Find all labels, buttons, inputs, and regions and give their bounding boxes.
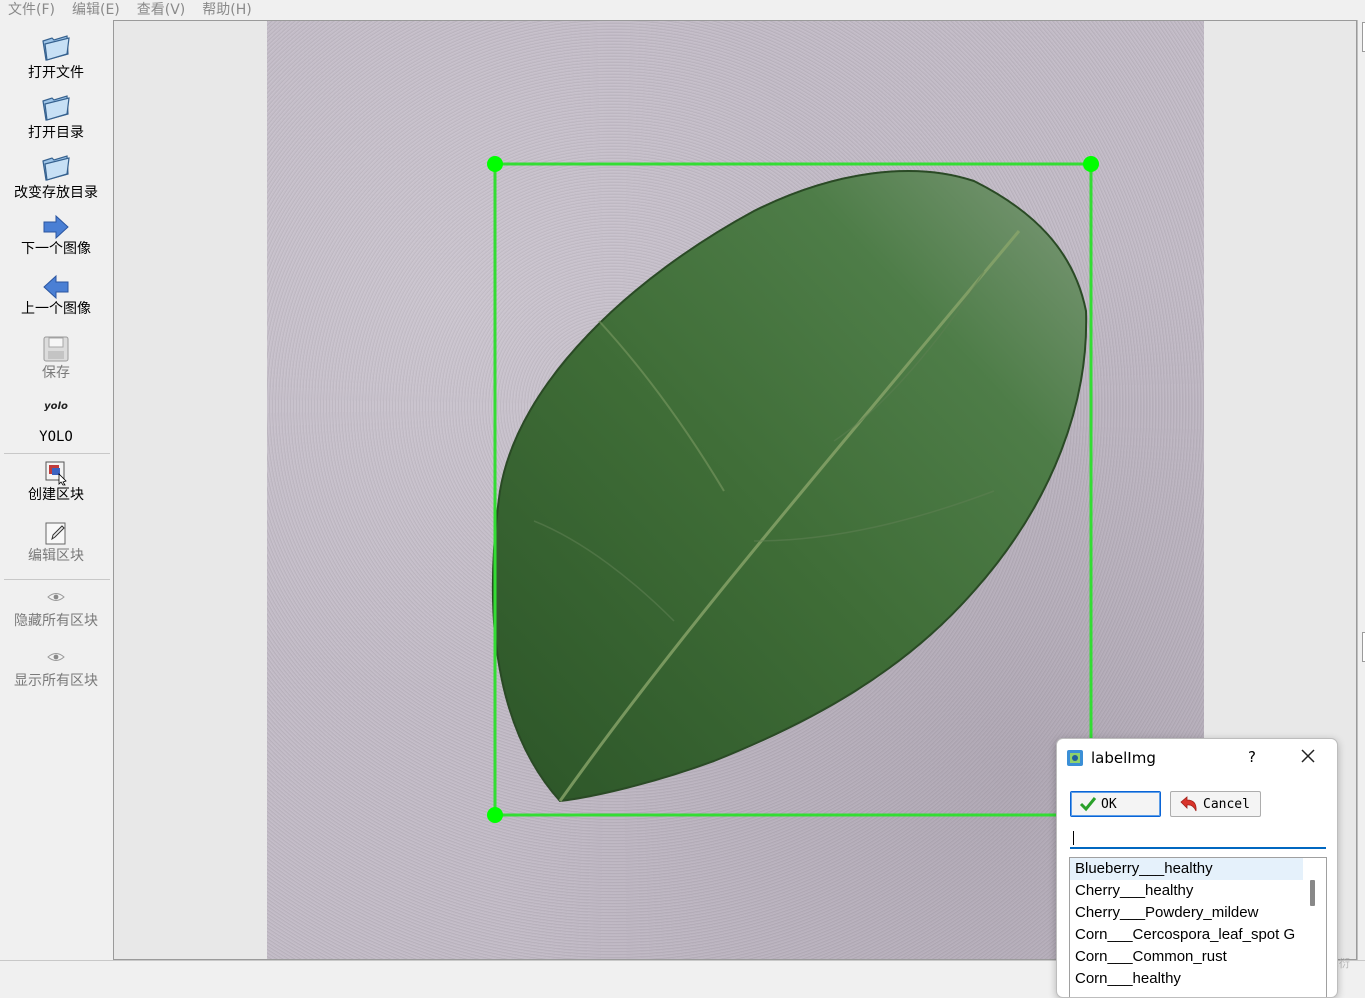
create-box-button[interactable]: 创建区块 [0, 460, 112, 504]
yolo-format-button[interactable]: yolo YOLO [0, 400, 112, 446]
edit-box-button[interactable]: 编辑区块 [0, 521, 112, 565]
show-all-label: 显示所有区块 [14, 673, 98, 689]
toolbar-separator [4, 453, 110, 454]
list-scrollbar[interactable] [1305, 858, 1326, 997]
edit-box-label: 编辑区块 [28, 548, 84, 564]
undo-arrow-icon [1180, 796, 1197, 812]
arrow-left-icon [43, 274, 69, 300]
bbox-vertex-handle[interactable] [487, 807, 503, 823]
menu-file[interactable]: 文件(F) [8, 1, 55, 19]
dialog-titlebar[interactable]: labelImg ? [1057, 739, 1337, 777]
open-file-button[interactable]: 打开文件 [0, 32, 112, 82]
cancel-label: Cancel [1203, 796, 1250, 812]
menu-help[interactable]: 帮助(H) [202, 1, 251, 19]
bbox-vertex-handle[interactable] [487, 156, 503, 172]
ok-label: OK [1101, 796, 1117, 812]
show-all-boxes-button[interactable]: 显示所有区块 [0, 650, 112, 690]
hide-all-label: 隐藏所有区块 [14, 613, 98, 629]
text-caret [1073, 831, 1074, 845]
folder-open-icon [42, 155, 70, 181]
label-list[interactable]: Blueberry___healthy Cherry___healthy Che… [1069, 857, 1327, 997]
list-item[interactable]: Blueberry___healthy [1070, 858, 1303, 880]
menu-edit[interactable]: 编辑(E) [72, 1, 120, 19]
eye-icon [47, 653, 65, 661]
arrow-right-icon [43, 214, 69, 240]
list-item[interactable]: Cherry___Powdery_mildew [1070, 902, 1303, 924]
yolo-icon: yolo [44, 401, 68, 412]
list-item[interactable]: Corn___Common_rust [1070, 946, 1303, 968]
folder-open-icon [42, 95, 70, 121]
menu-view[interactable]: 查看(V) [137, 1, 186, 19]
next-image-label: 下一个图像 [21, 241, 91, 257]
yolo-label: YOLO [39, 429, 73, 445]
folder-open-icon [42, 35, 70, 61]
right-dock-edge [1357, 20, 1365, 960]
toolbar: 打开文件 打开目录 改变存放目录 下一个图像 上一个图像 保存 yolo YOL… [0, 20, 112, 960]
label-input[interactable] [1070, 827, 1326, 849]
eye-icon [47, 593, 65, 601]
close-icon[interactable] [1299, 747, 1317, 765]
cancel-button[interactable]: Cancel [1170, 791, 1261, 817]
leaf-shape [491, 170, 1088, 803]
label-dialog: labelImg ? OK Cancel Blueberry___healthy… [1056, 738, 1338, 998]
scrollbar-thumb[interactable] [1310, 880, 1315, 906]
list-item[interactable]: Corn___Cercospora_leaf_spot G [1070, 924, 1303, 946]
prev-image-label: 上一个图像 [21, 301, 91, 317]
bbox-vertex-handle[interactable] [1083, 156, 1099, 172]
help-button[interactable]: ? [1245, 748, 1259, 766]
prev-image-button[interactable]: 上一个图像 [0, 274, 112, 318]
labelimg-app-icon [1067, 750, 1083, 766]
menubar: 文件(F) 编辑(E) 查看(V) 帮助(H) [0, 0, 1365, 20]
open-file-label: 打开文件 [28, 65, 84, 81]
create-box-icon [45, 461, 67, 486]
dialog-title: labelImg [1091, 749, 1156, 767]
list-item[interactable]: Cherry___healthy [1070, 880, 1303, 902]
open-dir-label: 打开目录 [28, 125, 84, 141]
list-item[interactable]: Corn___healthy [1070, 968, 1303, 990]
save-label: 保存 [42, 365, 70, 381]
check-icon [1079, 797, 1097, 812]
change-save-dir-button[interactable]: 改变存放目录 [0, 152, 112, 202]
next-image-button[interactable]: 下一个图像 [0, 214, 112, 258]
change-save-dir-label: 改变存放目录 [14, 185, 98, 201]
ok-button[interactable]: OK [1070, 791, 1161, 817]
save-button[interactable]: 保存 [0, 334, 112, 382]
hide-all-boxes-button[interactable]: 隐藏所有区块 [0, 590, 112, 630]
save-disk-icon [43, 336, 69, 362]
toolbar-separator [4, 579, 110, 580]
open-dir-button[interactable]: 打开目录 [0, 92, 112, 142]
edit-pencil-icon [45, 522, 66, 545]
create-box-label: 创建区块 [28, 487, 84, 503]
